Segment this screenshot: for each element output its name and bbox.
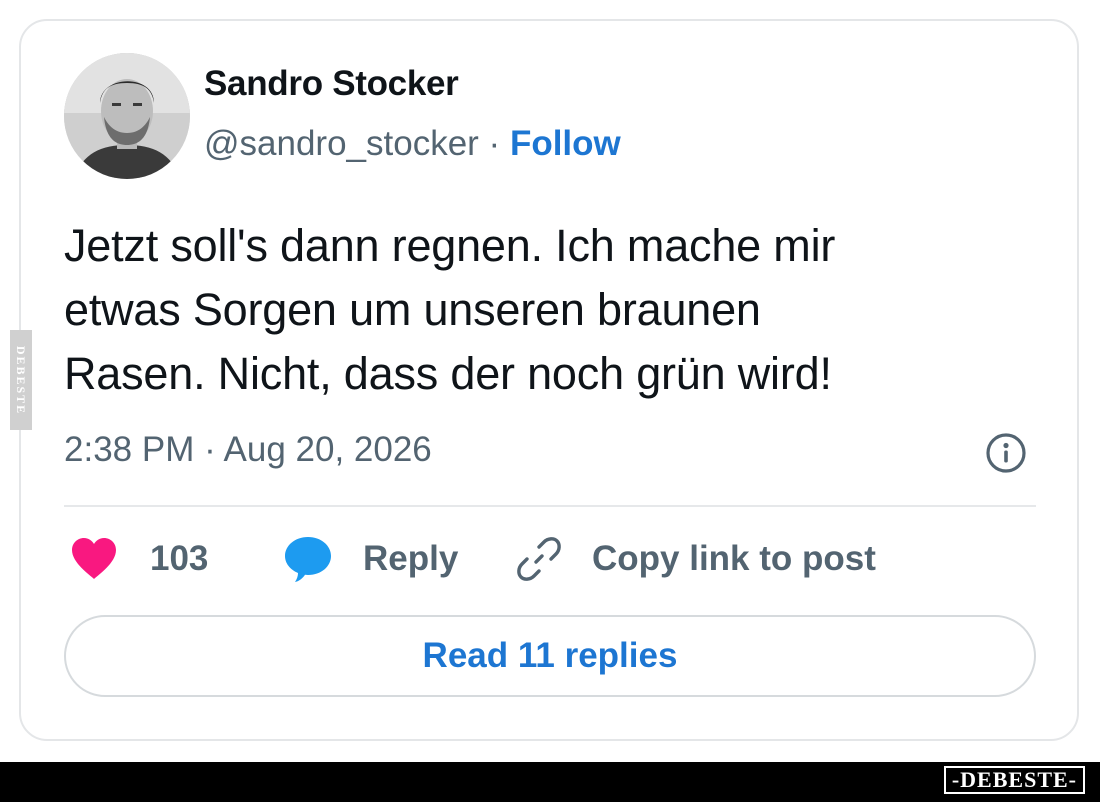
like-count: 103 — [150, 539, 209, 578]
tweet-text-line: etwas Sorgen um unseren braunen — [64, 284, 761, 335]
reply-label: Reply — [363, 539, 459, 578]
watermark-logo: -DEBESTE- — [943, 766, 1085, 794]
side-watermark-text: DEBESTE — [14, 345, 29, 415]
read-replies-button[interactable]: Read 11 replies — [64, 615, 1036, 697]
reply-button[interactable]: Reply — [283, 534, 458, 584]
author-handle[interactable]: @sandro_stocker — [204, 124, 479, 163]
page: Sandro Stocker @sandro_stocker · Follow … — [0, 0, 1100, 802]
author-name[interactable]: Sandro Stocker — [204, 64, 459, 104]
avatar[interactable] — [64, 53, 190, 179]
follow-button[interactable]: Follow — [510, 124, 621, 163]
copy-link-label: Copy link to post — [592, 539, 876, 578]
like-button[interactable]: 103 — [70, 534, 208, 584]
tweet-text-line: Rasen. Nicht, dass der noch grün wird! — [64, 348, 832, 399]
info-icon[interactable] — [985, 432, 1027, 474]
avatar-photo — [64, 53, 190, 179]
tweet-text-line: Jetzt soll's dann regnen. Ich mache mir — [64, 220, 836, 271]
bottom-watermark-bar: -DEBESTE- — [0, 762, 1100, 802]
copy-link-button[interactable]: Copy link to post — [514, 534, 876, 584]
divider — [64, 505, 1036, 507]
handle-separator: · — [478, 124, 510, 163]
author-handle-line: @sandro_stocker · Follow — [204, 124, 621, 164]
read-replies-label: Read 11 replies — [422, 636, 678, 675]
tweet-timestamp[interactable]: 2:38 PM · Aug 20, 2026 — [64, 430, 432, 470]
heart-icon — [72, 538, 116, 579]
link-icon — [517, 537, 561, 581]
side-watermark: DEBESTE — [10, 330, 32, 430]
speech-bubble-icon — [285, 537, 331, 582]
tweet-text: Jetzt soll's dann regnen. Ich mache mir … — [64, 214, 1024, 406]
